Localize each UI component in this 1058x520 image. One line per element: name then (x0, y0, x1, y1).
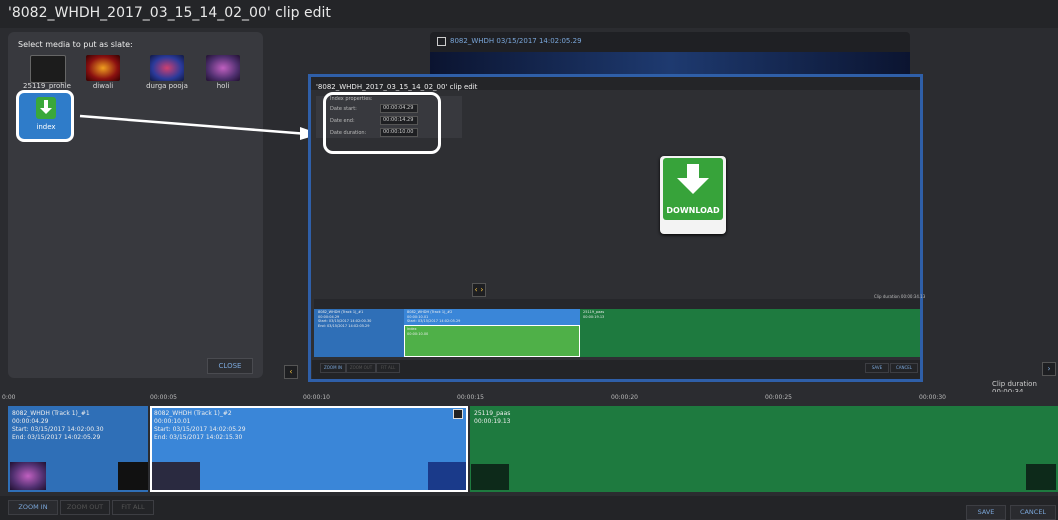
holi-thumbnail-icon[interactable] (206, 55, 240, 81)
tick-label: 00:00:10 (303, 394, 330, 401)
nested-window-title: '8082_WHDH_2017_03_15_14_02_00' clip edi… (316, 83, 478, 91)
download-label: DOWNLOAD (666, 206, 720, 215)
prev-arrow-icon[interactable]: ‹ (284, 365, 298, 379)
properties-callout (323, 92, 441, 154)
annotation-arrow (79, 114, 320, 140)
media-item-label: durga pooja (146, 82, 188, 90)
tick-label: 00:00:05 (150, 394, 177, 401)
media-item-label: 25119_prohle (23, 82, 71, 90)
nested-clip-2-text: 8082_WHDH (Track 1)_#2 00:00:10.01 Start: … (407, 310, 461, 323)
fit-all-button[interactable]: FIT ALL (112, 500, 154, 515)
nested-clip-1-text: 8082_WHDH (Track 1)_#1 00:00:04.29 Start: … (318, 310, 372, 328)
diwali-thumbnail-icon[interactable] (86, 55, 120, 81)
zoom-out-button[interactable]: ZOOM OUT (60, 500, 110, 515)
timeline-clip-3[interactable] (470, 406, 1058, 492)
clip-3-end-thumbnail (1026, 464, 1056, 490)
clip-3-thumbnail (471, 464, 509, 490)
nested-index-clip[interactable] (404, 325, 580, 357)
tick-label: 00:00:25 (765, 394, 792, 401)
clip-2-thumbnail (152, 462, 200, 490)
clip-2-end-thumbnail (428, 462, 466, 490)
preview-video (430, 52, 910, 74)
nested-clip-3-text: 25119_paas 00:00:19.13 (583, 310, 605, 319)
clip-3-info: 25119_paas 00:00:19.13 (474, 410, 511, 425)
clip-1-info: 8082_WHDH (Track 1)_#1 00:00:04.29 Start: … (12, 410, 104, 441)
nested-prev-next-icon[interactable]: ‹ › (472, 283, 486, 297)
clip-1-thumbnail (10, 462, 46, 490)
zoom-in-button[interactable]: ZOOM IN (8, 500, 58, 515)
trash-icon[interactable] (453, 409, 463, 419)
nested-index-clip-text: index 00:00:10.00 (407, 327, 429, 336)
media-item-label: diwali (92, 82, 114, 90)
clip-1-end-thumbnail (118, 462, 148, 490)
nested-zoom-in-button[interactable]: ZOOM IN (320, 363, 346, 373)
next-arrow-icon[interactable]: › (1042, 362, 1056, 376)
media-item-label: holi (216, 82, 230, 90)
bottom-bar (0, 496, 1058, 520)
nested-clip-3[interactable] (580, 309, 920, 357)
tick-label: 0:00 (2, 394, 16, 401)
close-button[interactable]: CLOSE (207, 358, 253, 374)
nested-zoom-out-button[interactable]: ZOOM OUT (346, 363, 376, 373)
nested-fit-all-button[interactable]: FIT ALL (376, 363, 400, 373)
window-title: '8082_WHDH_2017_03_15_14_02_00' clip edi… (8, 5, 331, 21)
nested-save-button[interactable]: SAVE (865, 363, 889, 373)
save-button[interactable]: SAVE (966, 505, 1006, 520)
clip-2-info: 8082_WHDH (Track 1)_#2 00:00:10.01 Start: … (154, 410, 246, 441)
tick-label: 00:00:20 (611, 394, 638, 401)
nested-timeline-ruler (314, 299, 920, 309)
nested-cancel-button[interactable]: CANCEL (890, 363, 918, 373)
durga-pooja-thumbnail-icon[interactable] (150, 55, 184, 81)
cancel-button[interactable]: CANCEL (1010, 505, 1056, 520)
tick-label: 00:00:15 (457, 394, 484, 401)
tick-label: 00:00:30 (919, 394, 946, 401)
nested-bottom-bar (312, 360, 920, 379)
checkbox-icon[interactable] (437, 37, 446, 46)
select-media-label: Select media to put as slate: (18, 40, 133, 49)
preview-title: 8082_WHDH 03/15/2017 14:02:05.29 (450, 37, 582, 45)
index-label: index (36, 123, 56, 131)
download-icon (36, 97, 56, 119)
video-thumbnail-icon[interactable] (30, 55, 66, 83)
